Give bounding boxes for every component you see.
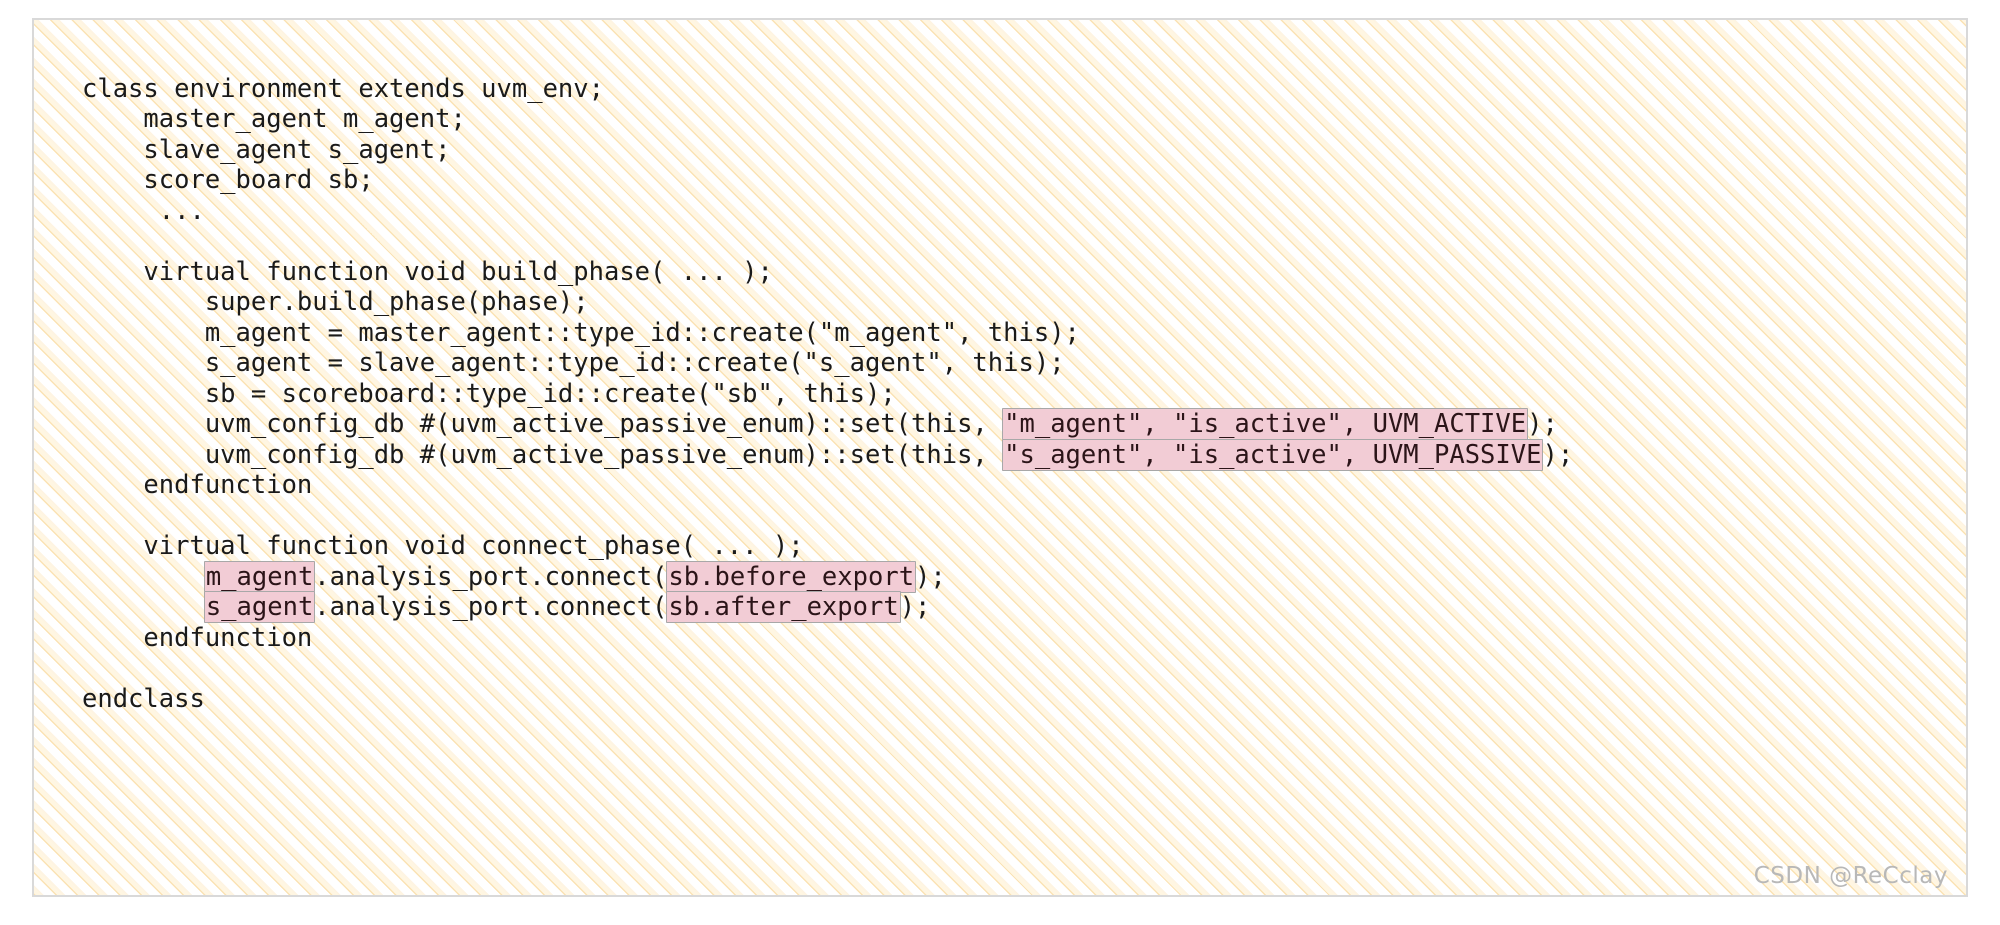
- code-line: s_agent.analysis_port.connect(sb.after_e…: [203, 591, 931, 623]
- code-card: class environment extends uvm_env; maste…: [32, 18, 1968, 897]
- code-line: sb = scoreboard::type_id::create("sb", t…: [82, 378, 896, 409]
- csdn-watermark: CSDN @ReCclay: [1753, 863, 1948, 889]
- code-line: virtual function void connect_phase( ...…: [82, 531, 804, 561]
- code-line: s_agent = slave_agent::type_id::create("…: [82, 348, 1065, 378]
- highlight-chip: sb.after_export: [666, 591, 901, 623]
- code-line: m_agent.analysis_port.connect(sb.before_…: [203, 560, 946, 593]
- highlight-chip: "m_agent", "is_active", UVM_ACTIVE: [1002, 408, 1529, 440]
- code-line: slave_agent s_agent;: [82, 134, 451, 165]
- code-line: ...: [82, 195, 205, 226]
- highlight-chip: s_agent: [203, 591, 316, 623]
- code-line: virtual function void build_phase( ... )…: [82, 256, 773, 287]
- code-line: endfunction: [82, 470, 313, 500]
- code-line: uvm_config_db #(uvm_active_passive_enum)…: [82, 438, 1574, 471]
- highlight-chip: sb.before_export: [666, 560, 917, 593]
- highlight-chip: "s_agent", "is_active", UVM_PASSIVE: [1002, 438, 1544, 471]
- code-line: uvm_config_db #(uvm_active_passive_enum)…: [82, 408, 1558, 440]
- code-block[interactable]: class environment extends uvm_env; maste…: [82, 74, 1966, 715]
- code-line: master_agent m_agent;: [82, 104, 466, 134]
- code-line: m_agent = master_agent::type_id::create(…: [82, 317, 1080, 348]
- code-line: class environment extends uvm_env;: [82, 73, 604, 104]
- code-line: endclass: [82, 683, 205, 714]
- highlight-chip: m_agent: [203, 560, 316, 593]
- code-line: endfunction: [82, 622, 313, 653]
- code-line: super.build_phase(phase);: [82, 287, 589, 317]
- code-line: score_board sb;: [82, 165, 374, 195]
